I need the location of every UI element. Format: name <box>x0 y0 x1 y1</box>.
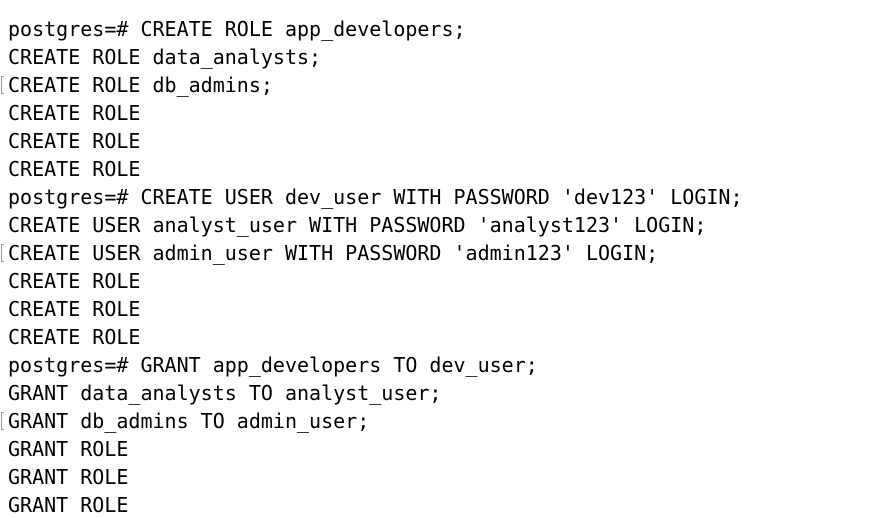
paste-marker-icon <box>1 76 4 94</box>
line-text: CREATE USER admin_user WITH PASSWORD 'ad… <box>8 241 659 265</box>
line-text: CREATE ROLE data_analysts; <box>8 45 322 69</box>
line-text: postgres=# GRANT app_developers TO dev_u… <box>8 353 538 377</box>
line-text: CREATE USER analyst_user WITH PASSWORD '… <box>8 213 707 237</box>
line-text: CREATE ROLE <box>8 297 141 321</box>
terminal-line: postgres=# CREATE USER dev_user WITH PAS… <box>8 183 886 211</box>
terminal-line: CREATE ROLE <box>8 267 886 295</box>
line-text: GRANT db_admins TO admin_user; <box>8 409 370 433</box>
line-text: postgres=# CREATE USER dev_user WITH PAS… <box>8 185 743 209</box>
line-text: GRANT ROLE <box>8 465 129 489</box>
terminal-line: CREATE ROLE data_analysts; <box>8 43 886 71</box>
terminal-line: CREATE ROLE <box>8 155 886 183</box>
terminal-line: GRANT data_analysts TO analyst_user; <box>8 379 886 407</box>
paste-marker-icon <box>1 412 4 430</box>
line-text: CREATE ROLE <box>8 129 141 153</box>
terminal-line: GRANT db_admins TO admin_user; <box>1 407 886 435</box>
line-text: CREATE ROLE db_admins; <box>8 73 273 97</box>
terminal-line: CREATE USER admin_user WITH PASSWORD 'ad… <box>1 239 886 267</box>
line-text: postgres=# CREATE ROLE app_developers; <box>8 17 466 41</box>
terminal-line: CREATE ROLE <box>8 323 886 351</box>
terminal-line: CREATE USER analyst_user WITH PASSWORD '… <box>8 211 886 239</box>
terminal-line: GRANT ROLE <box>8 435 886 463</box>
terminal-line: postgres=# GRANT app_developers TO dev_u… <box>8 351 886 379</box>
line-text: GRANT data_analysts TO analyst_user; <box>8 381 442 405</box>
terminal-output[interactable]: postgres=# CREATE ROLE app_developers; C… <box>0 0 886 518</box>
terminal-line: GRANT ROLE <box>8 463 886 491</box>
terminal-line: postgres=# CREATE ROLE app_developers; <box>8 15 886 43</box>
line-text: CREATE ROLE <box>8 157 141 181</box>
line-text: CREATE ROLE <box>8 101 141 125</box>
line-text: CREATE ROLE <box>8 269 141 293</box>
terminal-line: CREATE ROLE <box>8 127 886 155</box>
terminal-line: CREATE ROLE <box>8 295 886 323</box>
paste-marker-icon <box>1 244 4 262</box>
terminal-line: CREATE ROLE <box>8 99 886 127</box>
line-text: GRANT ROLE <box>8 493 129 517</box>
terminal-line: GRANT ROLE <box>8 491 886 519</box>
line-text: GRANT ROLE <box>8 437 129 461</box>
terminal-line: CREATE ROLE db_admins; <box>1 71 886 99</box>
line-text: CREATE ROLE <box>8 325 141 349</box>
